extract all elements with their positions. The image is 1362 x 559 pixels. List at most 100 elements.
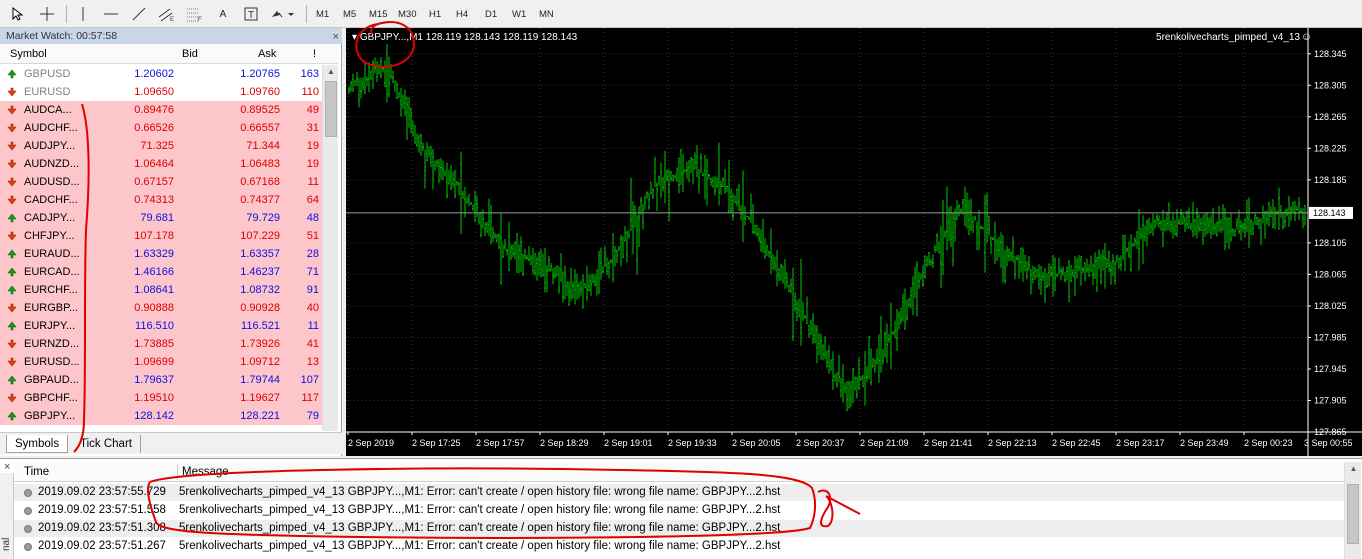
chart-dropdown-icon[interactable]: ▾ <box>352 32 360 43</box>
column-message[interactable]: Message <box>182 462 229 482</box>
scroll-up-icon[interactable]: ▲ <box>1345 462 1362 476</box>
bid-price: 128.142 <box>134 410 174 422</box>
crosshair-icon[interactable] <box>36 4 58 24</box>
timeframe-m30[interactable]: M30 <box>395 4 419 24</box>
fibonacci-icon[interactable]: F <box>184 4 206 24</box>
time-label: 2 Sep 21:09 <box>860 438 909 448</box>
equidistant-channel-icon[interactable]: E <box>156 4 178 24</box>
timeframe-h4[interactable]: H4 <box>453 4 471 24</box>
table-row[interactable]: 2019.09.02 23:57:51.558 5renkolivecharts_… <box>14 502 1344 519</box>
ask-price: 107.229 <box>240 230 280 242</box>
tab-tick-chart[interactable]: Tick Chart <box>72 435 141 453</box>
down-arrow-icon <box>7 339 17 349</box>
scrollbar-thumb[interactable] <box>1347 484 1359 544</box>
timeframe-h1[interactable]: H1 <box>426 4 444 24</box>
text-tool-icon[interactable]: A <box>212 4 234 24</box>
bid-price: 1.20602 <box>134 68 174 80</box>
scroll-up-icon[interactable]: ▲ <box>323 65 339 79</box>
timeframe-mn[interactable]: MN <box>536 4 557 24</box>
list-item[interactable]: EURAUD... 1.63329 1.63357 28 <box>0 245 322 263</box>
column-ask[interactable]: Ask <box>258 44 276 64</box>
table-row[interactable]: 2019.09.02 23:57:51.308 5renkolivecharts_… <box>14 520 1344 537</box>
list-item[interactable]: CHFJPY... 107.178 107.229 51 <box>0 227 322 245</box>
column-bid[interactable]: Bid <box>182 44 198 64</box>
scrollbar[interactable]: ▲ <box>1344 462 1361 559</box>
table-row[interactable]: 2019.09.02 23:57:51.267 5renkolivecharts_… <box>14 538 1344 555</box>
column-time[interactable]: Time <box>24 462 49 482</box>
table-row[interactable]: 2019.09.02 23:57:55.729 5renkolivecharts_… <box>14 484 1344 501</box>
trendline-icon[interactable] <box>128 4 150 24</box>
bid-price: 0.90888 <box>134 302 174 314</box>
column-divider[interactable] <box>177 464 178 480</box>
ask-price: 116.521 <box>241 320 280 332</box>
list-item[interactable]: GBPCHF... 1.19510 1.19627 117 <box>0 389 322 407</box>
chart-info-line: ▾ GBPJPY...,M1 128.119 128.143 128.119 1… <box>352 32 577 43</box>
list-item[interactable]: EURCAD... 1.46166 1.46237 71 <box>0 263 322 281</box>
price-chart[interactable]: 128.345 128.305 128.265 128.225 128.185 128.1… <box>346 28 1362 456</box>
arrows-dropdown-icon[interactable] <box>268 4 298 24</box>
list-item[interactable]: GBPUSD 1.20602 1.20765 163 <box>0 65 322 83</box>
log-time: 2019.09.02 23:57:51.308 <box>38 522 166 534</box>
up-arrow-icon <box>7 249 17 259</box>
bid-price: 1.46166 <box>134 266 174 278</box>
svg-text:E: E <box>170 17 174 22</box>
list-item[interactable]: EURGBP... 0.90888 0.90928 40 <box>0 299 322 317</box>
list-item[interactable]: EURCHF... 1.08641 1.08732 91 <box>0 281 322 299</box>
list-item[interactable]: EURJPY... 116.510 116.521 11 <box>0 317 322 335</box>
terminal-panel: × nal Time Message 2019.09.02 23:57:55.7… <box>0 458 1362 559</box>
symbol-name: EURAUD... <box>24 248 80 260</box>
timeframe-m15[interactable]: M15 <box>366 4 390 24</box>
tab-symbols[interactable]: Symbols <box>6 435 69 453</box>
list-item[interactable]: AUDNZD... 1.06464 1.06483 19 <box>0 155 322 173</box>
price-label: 128.305 <box>1314 80 1347 90</box>
list-item[interactable]: AUDJPY... 71.325 71.344 19 <box>0 137 322 155</box>
up-arrow-icon <box>7 213 17 223</box>
ask-price: 128.221 <box>240 410 280 422</box>
list-item[interactable]: EURNZD... 1.73885 1.73926 41 <box>0 335 322 353</box>
list-item[interactable]: EURUSD 1.09650 1.09760 110 <box>0 83 322 101</box>
bid-price: 1.06464 <box>134 158 174 170</box>
chart-canvas[interactable]: 128.345 128.305 128.265 128.225 128.185 128.1… <box>346 28 1362 456</box>
spread-value: 40 <box>306 302 319 314</box>
time-label: 2 Sep 19:33 <box>668 438 717 448</box>
list-item[interactable]: AUDUSD... 0.67157 0.67168 11 <box>0 173 322 191</box>
time-label: 2 Sep 2019 <box>348 438 394 448</box>
time-label: 2 Sep 20:37 <box>796 438 845 448</box>
timeframe-m1[interactable]: M1 <box>313 4 332 24</box>
column-symbol[interactable]: Symbol <box>10 44 47 64</box>
ask-price: 1.09712 <box>240 356 280 368</box>
close-icon[interactable]: × <box>333 29 339 45</box>
ask-price: 0.90928 <box>240 302 280 314</box>
spread-value: 51 <box>306 230 319 242</box>
time-label: 2 Sep 17:57 <box>476 438 525 448</box>
vertical-line-icon[interactable] <box>72 4 94 24</box>
ask-price: 0.66557 <box>240 122 280 134</box>
close-icon[interactable]: × <box>4 461 10 473</box>
price-label: 127.905 <box>1314 395 1347 405</box>
list-item[interactable]: AUDCA... 0.89476 0.89525 49 <box>0 101 322 119</box>
scrollbar[interactable]: ▲ <box>322 65 338 431</box>
symbol-name: EURCAD... <box>24 266 80 278</box>
column-spread[interactable]: ! <box>313 44 316 64</box>
spread-value: 19 <box>306 140 319 152</box>
cursor-icon[interactable] <box>6 4 28 24</box>
list-item[interactable]: CADCHF... 0.74313 0.74377 64 <box>0 191 322 209</box>
horizontal-line-icon[interactable] <box>100 4 122 24</box>
list-item[interactable]: GBPJPY... 128.142 128.221 79 <box>0 407 322 425</box>
timeframe-w1[interactable]: W1 <box>509 4 529 24</box>
scrollbar-thumb[interactable] <box>325 81 337 137</box>
down-arrow-icon <box>7 195 17 205</box>
time-label: 2 Sep 17:25 <box>412 438 461 448</box>
terminal-side-tab[interactable]: nal <box>0 473 14 559</box>
list-item[interactable]: EURUSD... 1.09699 1.09712 13 <box>0 353 322 371</box>
timeframe-d1[interactable]: D1 <box>482 4 500 24</box>
list-item[interactable]: CADJPY... 79.681 79.729 48 <box>0 209 322 227</box>
symbol-name: CHFJPY... <box>24 230 75 242</box>
symbol-name: EURGBP... <box>24 302 79 314</box>
list-item[interactable]: GBPAUD... 1.79637 1.79744 107 <box>0 371 322 389</box>
list-item[interactable]: AUDCHF... 0.66526 0.66557 31 <box>0 119 322 137</box>
ask-price: 1.09760 <box>240 86 280 98</box>
text-label-icon[interactable]: T <box>240 4 262 24</box>
timeframe-m5[interactable]: M5 <box>340 4 359 24</box>
spread-value: 71 <box>306 266 319 278</box>
